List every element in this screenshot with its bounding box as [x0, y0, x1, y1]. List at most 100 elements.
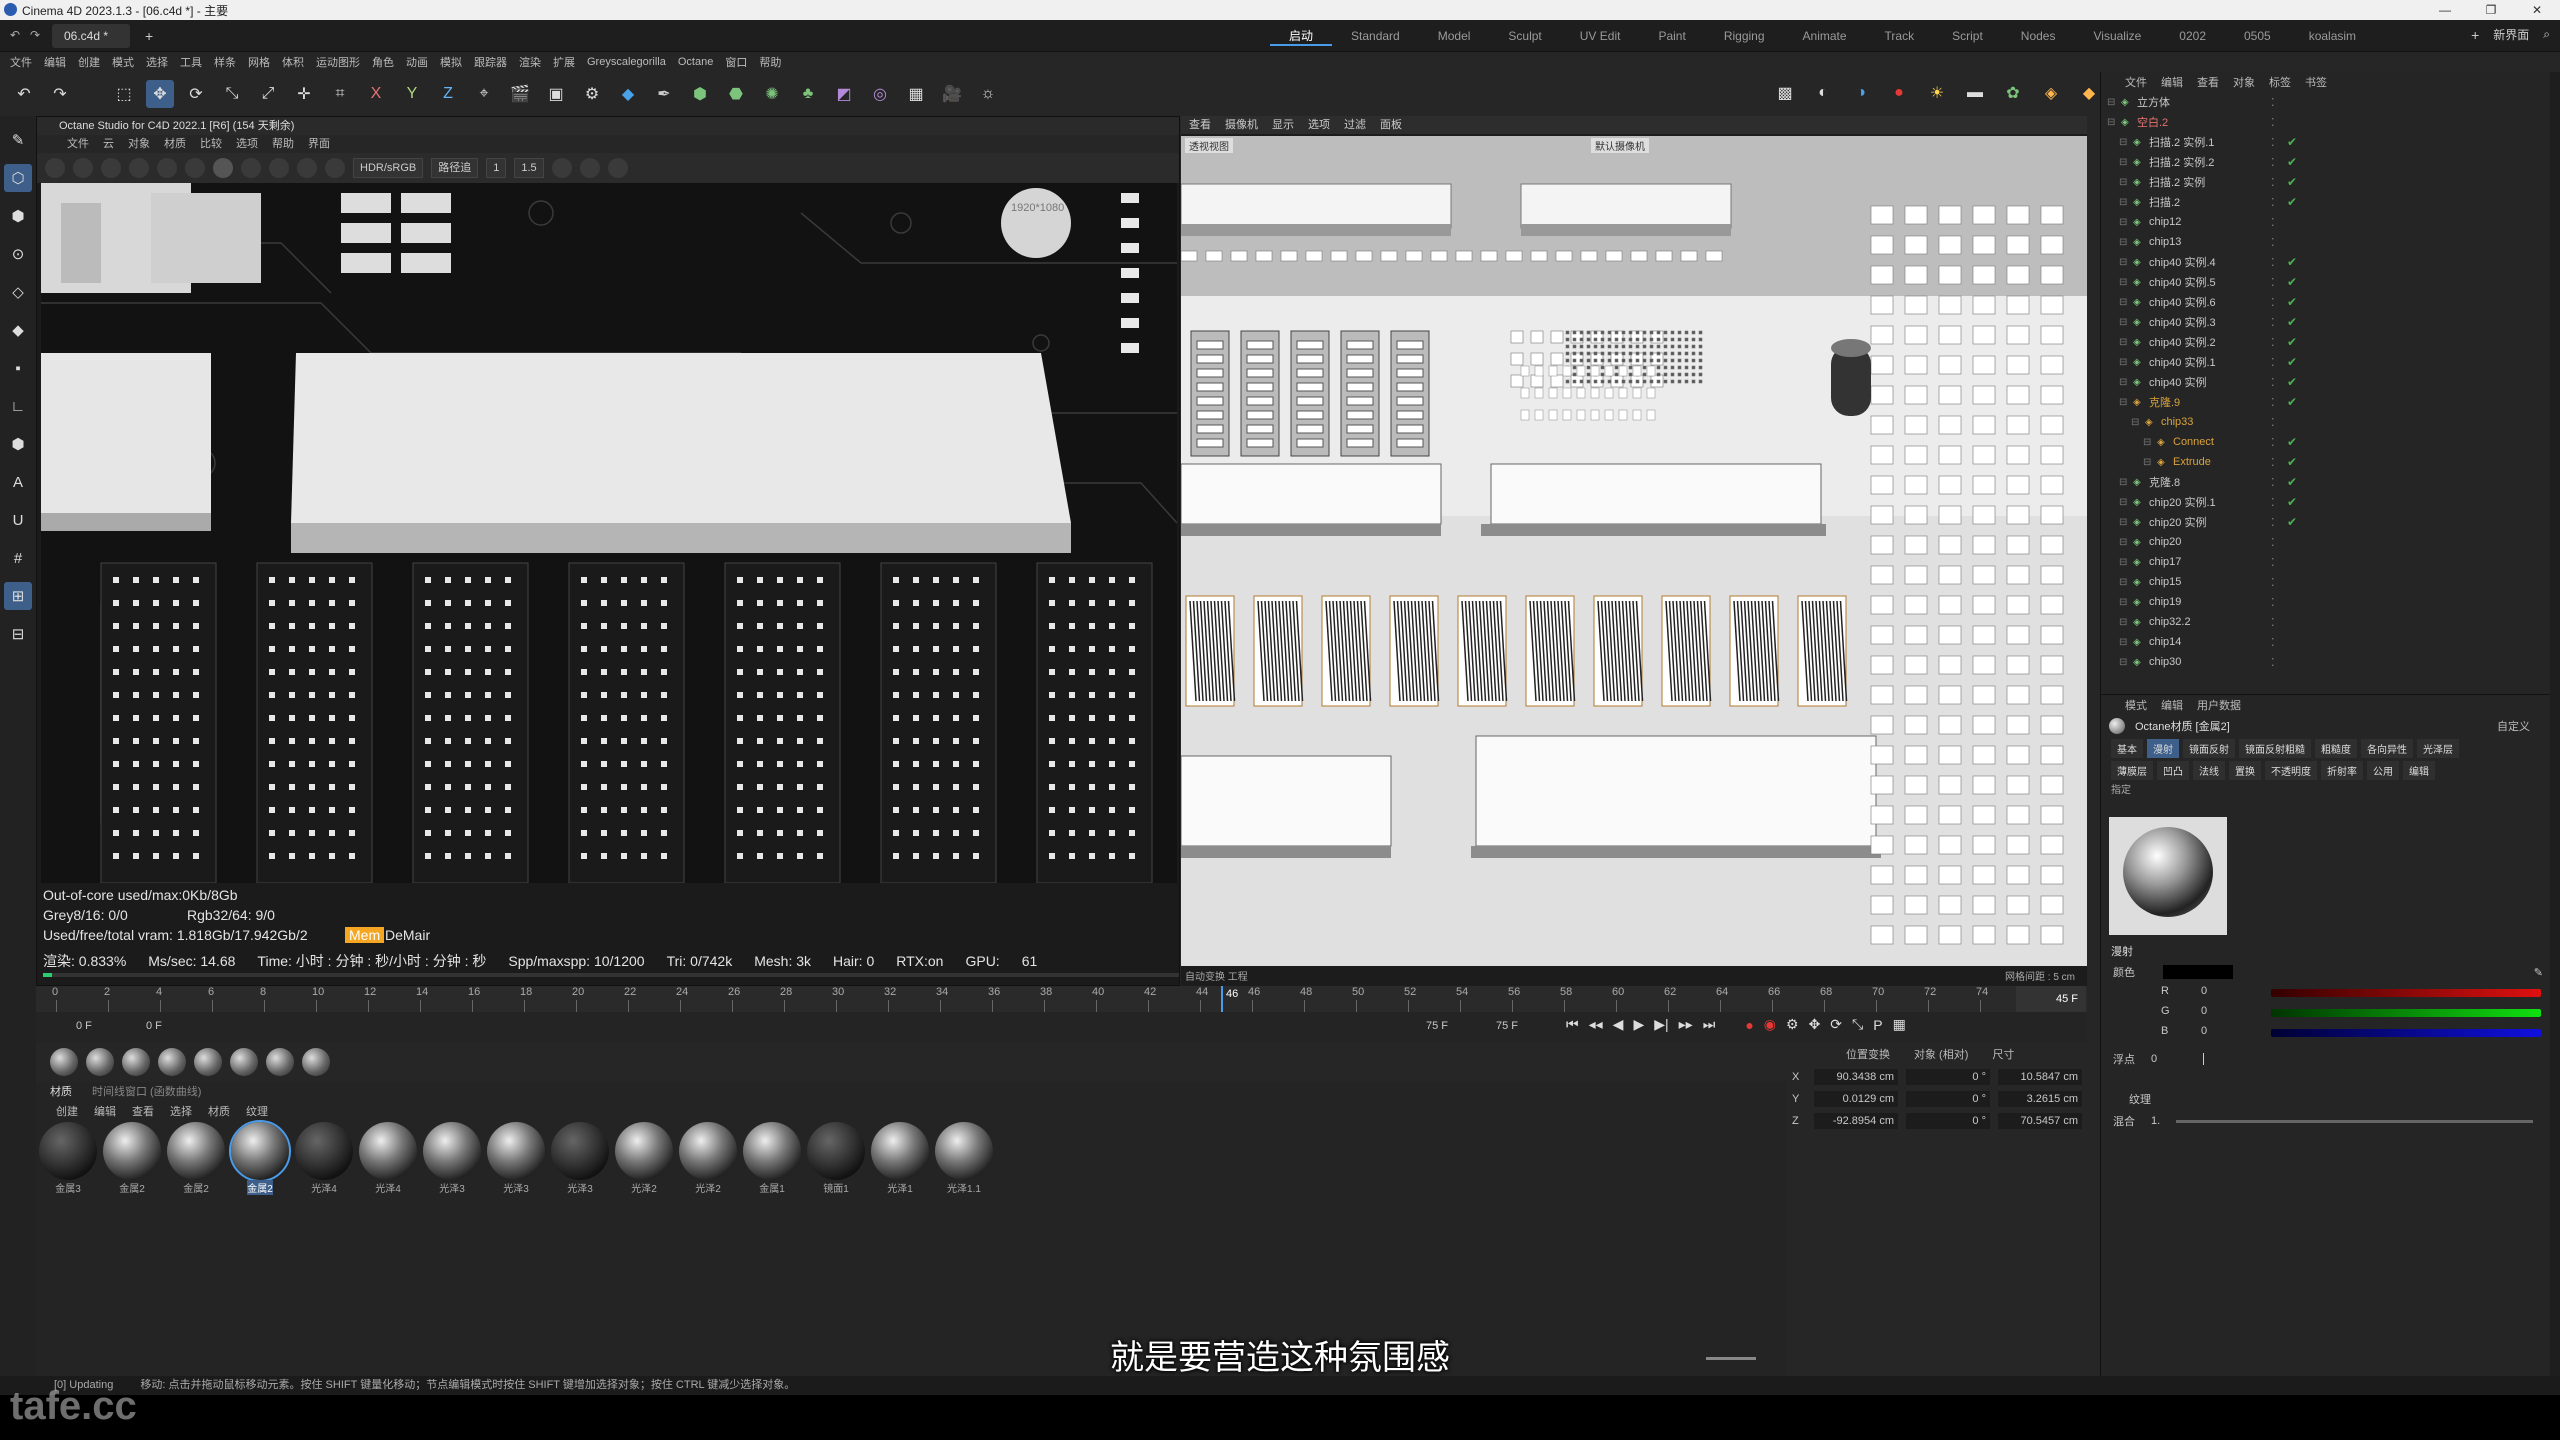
preview-end-field[interactable]: 75 F	[1426, 1020, 1448, 1032]
tree-toggle-icon[interactable]: ⊟	[2119, 397, 2133, 408]
tree-toggle-icon[interactable]: ⊟	[2119, 317, 2133, 328]
object-menu-item[interactable]: 查看	[2197, 74, 2219, 90]
render-picture-viewer-icon[interactable]: ▣	[542, 80, 570, 108]
material-item[interactable]: 镜面1	[806, 1122, 866, 1195]
menu-item[interactable]: 文件	[10, 54, 32, 70]
attr-tab[interactable]: 镜面反射	[2183, 738, 2235, 758]
key-rotation-icon[interactable]: ⟳	[1830, 1016, 1842, 1033]
tree-toggle-icon[interactable]: ⊟	[2119, 557, 2133, 568]
floor-icon[interactable]: ▦	[902, 80, 930, 108]
viewport-menu-item[interactable]: 摄像机	[1225, 116, 1258, 134]
material-item[interactable]: 金属2	[166, 1122, 226, 1195]
octane-menu-item[interactable]: 界面	[308, 135, 330, 153]
object-row[interactable]: ⊟ ◈ chip40 实例.2 ⁚ ✔	[2101, 332, 2550, 352]
material-menu-item[interactable]: 创建	[56, 1103, 78, 1119]
object-menu-item[interactable]: 文件	[2125, 74, 2147, 90]
menu-item[interactable]: 跟踪器	[474, 54, 507, 70]
object-row[interactable]: ⊟ ◈ chip12 ⁚	[2101, 212, 2550, 232]
tree-toggle-icon[interactable]: ⊟	[2119, 657, 2133, 668]
object-row[interactable]: ⊟ ◈ 克隆.8 ⁚ ✔	[2101, 472, 2550, 492]
visibility-dots-icon[interactable]: ⁚	[2271, 576, 2275, 589]
enabled-check-icon[interactable]: ✔	[2287, 515, 2297, 529]
visibility-dots-icon[interactable]: ⁚	[2271, 296, 2275, 309]
transform-tool-icon[interactable]: ⤢	[254, 80, 282, 108]
new-layout-button[interactable]: 新界面	[2493, 26, 2529, 43]
enabled-check-icon[interactable]: ✔	[2287, 295, 2297, 309]
area-light-icon[interactable]: ▬	[1960, 78, 1990, 108]
tree-toggle-icon[interactable]: ⊟	[2107, 117, 2121, 128]
attr-tab[interactable]: 置换	[2229, 760, 2261, 780]
attr-tab[interactable]: 薄膜层	[2111, 760, 2153, 780]
key-position-icon[interactable]: ✥	[1809, 1016, 1821, 1033]
viewport-scene[interactable]	[1181, 136, 2087, 966]
extrude-icon[interactable]: ⬣	[722, 80, 750, 108]
tab-materials[interactable]: 材质	[50, 1083, 72, 1099]
deformer-icon[interactable]: ◩	[830, 80, 858, 108]
layout-tab[interactable]: Standard	[1332, 29, 1419, 43]
coord-field[interactable]: 3.2615 cm	[1998, 1091, 2082, 1107]
color-swatch[interactable]	[2163, 965, 2233, 979]
snap-icon[interactable]: U	[4, 506, 32, 534]
material-menu-item[interactable]: 查看	[132, 1103, 154, 1119]
object-mode-icon[interactable]: ⬢	[4, 430, 32, 458]
octane-film-region-icon[interactable]	[269, 158, 289, 178]
visibility-dots-icon[interactable]: ⁚	[2271, 416, 2275, 429]
material-item[interactable]: 光泽2	[678, 1122, 738, 1195]
layout-tab[interactable]: 0202	[2160, 29, 2225, 43]
spline-pen-icon[interactable]: ✒	[650, 80, 678, 108]
object-menu-item[interactable]: 标签	[2269, 74, 2291, 90]
visibility-dots-icon[interactable]: ⁚	[2271, 196, 2275, 209]
tree-toggle-icon[interactable]: ⊟	[2119, 297, 2133, 308]
object-row[interactable]: ⊟ ◈ 克隆.9 ⁚ ✔	[2101, 392, 2550, 412]
prev-key-icon[interactable]: ◂◂	[1589, 1016, 1603, 1033]
viewport-menu-item[interactable]: 查看	[1189, 116, 1211, 134]
coordinate-system-icon[interactable]: ⌖	[470, 80, 498, 108]
gsg-hdri-icon[interactable]: ◈	[2036, 78, 2066, 108]
coord-field[interactable]: -92.8954 cm	[1814, 1113, 1898, 1129]
r-slider[interactable]	[2271, 989, 2541, 997]
object-row[interactable]: ⊟ ◈ chip40 实例.3 ⁚ ✔	[2101, 312, 2550, 332]
octane-pause-icon[interactable]	[101, 158, 121, 178]
material-item[interactable]: 金属3	[38, 1122, 98, 1195]
object-row[interactable]: ⊟ ◈ chip15 ⁚	[2101, 572, 2550, 592]
attr-tab[interactable]: 公用	[2367, 760, 2399, 780]
octane-sphere-icon[interactable]	[213, 158, 233, 178]
scale-tool-icon[interactable]: ⤡	[218, 80, 246, 108]
object-row[interactable]: ⊟ ◈ Extrude ⁚ ✔	[2101, 452, 2550, 472]
tree-toggle-icon[interactable]: ⊟	[2119, 577, 2133, 588]
enabled-check-icon[interactable]: ✔	[2287, 315, 2297, 329]
visibility-dots-icon[interactable]: ⁚	[2271, 176, 2275, 189]
half-sphere-icon[interactable]: ◐	[1808, 78, 1838, 108]
close-button[interactable]: ✕	[2514, 0, 2560, 20]
coord-field[interactable]: 90.3438 cm	[1814, 1069, 1898, 1085]
octane-settings-icon[interactable]	[157, 158, 177, 178]
menu-item[interactable]: 工具	[180, 54, 202, 70]
menu-item[interactable]: 体积	[282, 54, 304, 70]
visibility-dots-icon[interactable]: ⁚	[2271, 96, 2275, 109]
octane-material-pick-icon[interactable]	[325, 158, 345, 178]
octane-kernel-select[interactable]: 路径追	[431, 158, 479, 178]
octane-menu-item[interactable]: 选项	[236, 135, 258, 153]
object-row[interactable]: ⊟ ◈ 扫描.2 实例.1 ⁚ ✔	[2101, 132, 2550, 152]
tree-toggle-icon[interactable]: ⊟	[2119, 377, 2133, 388]
light-icon[interactable]: ☼	[974, 80, 1002, 108]
material-item[interactable]: 光泽1.1	[934, 1122, 994, 1195]
playhead[interactable]	[1221, 986, 1223, 1012]
float-slider-handle[interactable]	[2203, 1053, 2205, 1065]
material-shortcut-8[interactable]	[302, 1048, 330, 1076]
enabled-check-icon[interactable]: ✔	[2287, 275, 2297, 289]
visibility-dots-icon[interactable]: ⁚	[2271, 336, 2275, 349]
layout-tab[interactable]: Visualize	[2074, 29, 2160, 43]
material-shortcut-7[interactable]	[266, 1048, 294, 1076]
material-item[interactable]: 金属2	[102, 1122, 162, 1195]
material-shortcut-4[interactable]	[158, 1048, 186, 1076]
attr-tab[interactable]: 各向异性	[2361, 738, 2413, 758]
layout-tab[interactable]: Rigging	[1705, 29, 1784, 43]
visibility-dots-icon[interactable]: ⁚	[2271, 156, 2275, 169]
octane-menu-item[interactable]: 帮助	[272, 135, 294, 153]
octane-clay-icon[interactable]	[551, 158, 572, 178]
material-item[interactable]: 光泽3	[422, 1122, 482, 1195]
octane-subsample-icon[interactable]	[579, 158, 600, 178]
tree-toggle-icon[interactable]: ⊟	[2119, 177, 2133, 188]
visibility-dots-icon[interactable]: ⁚	[2271, 236, 2275, 249]
